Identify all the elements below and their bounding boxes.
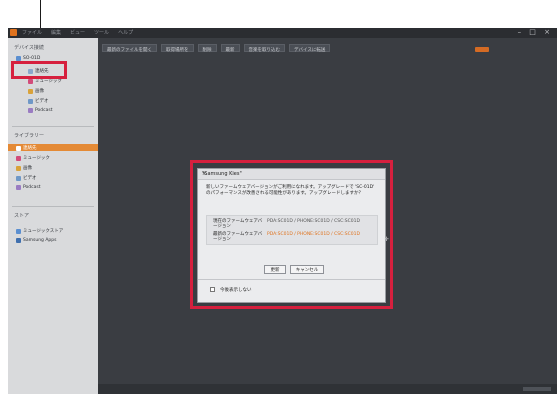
- store-item-label: Samsung Apps: [23, 238, 57, 243]
- toolbar-latest-button[interactable]: 最新: [220, 44, 240, 53]
- status-progress: [523, 387, 551, 391]
- devices-header: デバイス接続: [14, 45, 44, 51]
- music-icon: [16, 155, 21, 161]
- menu-view[interactable]: ビュー: [70, 29, 85, 36]
- window-controls[interactable]: – □ ×: [518, 28, 553, 36]
- library-item-images[interactable]: 画像: [16, 165, 32, 171]
- image-icon: [16, 165, 21, 171]
- store-item-samsung-apps[interactable]: Samsung Apps: [16, 238, 56, 243]
- menu-help[interactable]: ヘルプ: [118, 29, 133, 36]
- device-item-label: Podcast: [35, 108, 53, 113]
- menu-edit[interactable]: 編集: [51, 29, 61, 36]
- toolbar-open-button[interactable]: 最新のファイルを開く: [102, 44, 157, 53]
- library-item-video[interactable]: ビデオ: [16, 175, 37, 181]
- device-highlight-box: [11, 61, 67, 79]
- library-item-label: 画像: [23, 166, 32, 171]
- sidebar-divider: [12, 206, 94, 207]
- title-bar: ファイル 編集 ビュー ツール ヘルプ – □ ×: [8, 28, 557, 38]
- toolbar-import-button[interactable]: 音楽を取り込む: [243, 44, 285, 53]
- toolbar: 最新のファイルを開く 取得場所を 削除 最新 音楽を取り込む デバイスに転送: [98, 44, 557, 56]
- store-icon: [16, 228, 21, 234]
- library-item-label: ミュージック: [23, 156, 50, 161]
- library-item-label: ビデオ: [23, 176, 37, 181]
- mouse-cursor-icon: ✛: [384, 236, 390, 243]
- library-item-label: 連絡先: [23, 146, 37, 151]
- device-item-images[interactable]: 画像: [28, 88, 44, 94]
- toolbar-delete-button[interactable]: 削除: [197, 44, 217, 53]
- device-item-label: ビデオ: [35, 99, 49, 104]
- sidebar-divider: [12, 126, 94, 127]
- library-header: ライブラリー: [14, 133, 45, 139]
- library-item-contacts[interactable]: 連絡先: [16, 145, 37, 151]
- store-item-label: ミュージックストア: [23, 229, 64, 234]
- video-icon: [16, 175, 21, 181]
- library-item-label: Podcast: [23, 185, 41, 190]
- menu-tools[interactable]: ツール: [94, 29, 109, 36]
- status-bar: [98, 384, 557, 394]
- podcast-icon: [28, 108, 33, 113]
- image-icon: [28, 88, 33, 94]
- toolbar-location-button[interactable]: 取得場所を: [161, 44, 194, 53]
- toolbar-transfer-button[interactable]: デバイスに転送: [289, 44, 331, 53]
- toolbar-status-indicator: [475, 47, 489, 52]
- video-icon: [28, 98, 33, 104]
- library-item-music[interactable]: ミュージック: [16, 155, 50, 161]
- dialog-highlight-box: [190, 160, 393, 309]
- sidebar: デバイス接続 SO-01D 連絡先 ミュージック 画像 ビデオ Podcast …: [8, 38, 98, 394]
- store-item-music-store[interactable]: ミュージックストア: [16, 228, 63, 234]
- store-header: ストア: [14, 213, 30, 219]
- contacts-icon: [16, 145, 21, 151]
- music-icon: [28, 78, 33, 84]
- device-item-video[interactable]: ビデオ: [28, 98, 49, 104]
- library-item-podcast[interactable]: Podcast: [16, 185, 41, 190]
- menu-file[interactable]: ファイル: [22, 29, 42, 36]
- device-item-label: 画像: [35, 89, 44, 94]
- apps-icon: [16, 238, 21, 243]
- kies-logo-icon: [10, 29, 17, 36]
- menu-bar: ファイル 編集 ビュー ツール ヘルプ: [22, 29, 133, 36]
- device-item-podcast[interactable]: Podcast: [28, 108, 53, 113]
- podcast-icon: [16, 185, 21, 190]
